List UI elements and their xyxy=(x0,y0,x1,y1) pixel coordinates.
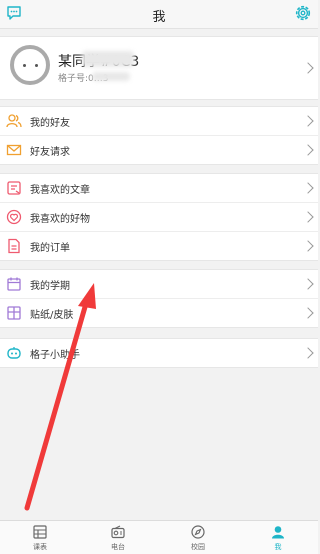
menu-item-stickers-skins[interactable]: 贴纸/皮肤 xyxy=(0,299,318,327)
order-icon xyxy=(8,238,20,254)
menu-group-favorites: 我喜欢的文章 我喜欢的好物 我的订单 xyxy=(0,173,318,261)
menu-item-orders[interactable]: 我的订单 xyxy=(0,232,318,260)
tab-label: 我 xyxy=(274,543,282,551)
tab-label: 电台 xyxy=(111,543,125,551)
chevron-right-icon xyxy=(302,307,314,319)
menu-item-liked-articles[interactable]: 我喜欢的文章 xyxy=(0,174,318,203)
menu-item-label: 我的学期 xyxy=(30,281,70,292)
tab-campus[interactable]: 校园 xyxy=(158,521,238,554)
friends-icon xyxy=(6,114,22,128)
menu-item-label: 贴纸/皮肤 xyxy=(30,310,74,321)
menu-item-semester[interactable]: 我的学期 xyxy=(0,270,318,299)
chevron-right-icon xyxy=(302,115,314,127)
tab-label: 课表 xyxy=(33,543,47,551)
avatar[interactable] xyxy=(10,45,50,85)
chevron-right-icon xyxy=(302,278,314,290)
chevron-right-icon xyxy=(302,240,314,252)
radio-icon xyxy=(111,525,125,539)
heart-icon xyxy=(6,209,22,225)
chevron-right-icon xyxy=(302,347,314,359)
chevron-right-icon xyxy=(302,62,314,74)
redaction-blur xyxy=(82,51,134,67)
menu-item-friend-requests[interactable]: 好友请求 xyxy=(0,136,318,164)
timetable-icon xyxy=(33,525,47,539)
mail-icon xyxy=(6,144,22,156)
menu-group-social: 我的好友 好友请求 xyxy=(0,106,318,165)
robot-icon xyxy=(7,347,21,359)
menu-item-label: 我的订单 xyxy=(30,243,70,254)
article-icon xyxy=(7,181,21,195)
chevron-right-icon xyxy=(302,182,314,194)
menu-item-label: 我喜欢的好物 xyxy=(30,214,90,225)
redaction-blur xyxy=(92,72,130,81)
profile-card[interactable]: 某同学#0C3 格子号:0…3 xyxy=(0,36,318,100)
menu-item-friends[interactable]: 我的好友 xyxy=(0,107,318,136)
person-icon xyxy=(272,526,284,539)
page-title: 我 xyxy=(152,10,166,25)
menu-group-personal: 我的学期 贴纸/皮肤 xyxy=(0,269,318,328)
menu-item-assistant[interactable]: 格子小助手 xyxy=(0,339,318,367)
tab-radio[interactable]: 电台 xyxy=(78,521,158,554)
menu-item-label: 好友请求 xyxy=(30,147,70,158)
gear-icon[interactable] xyxy=(294,4,312,22)
sticker-icon xyxy=(7,306,21,320)
menu-item-label: 格子小助手 xyxy=(30,350,80,361)
tab-me[interactable]: 我 xyxy=(238,521,318,554)
compass-icon xyxy=(191,525,205,539)
bottom-tab-bar: 课表 电台 校园 我 xyxy=(0,520,318,554)
menu-item-liked-goods[interactable]: 我喜欢的好物 xyxy=(0,203,318,232)
menu-group-assistant: 格子小助手 xyxy=(0,338,318,368)
tab-label: 校园 xyxy=(191,543,205,551)
chevron-right-icon xyxy=(302,144,314,156)
chevron-right-icon xyxy=(302,211,314,223)
top-bar: 我 xyxy=(0,0,318,29)
calendar-icon xyxy=(7,277,21,291)
menu-item-label: 我喜欢的文章 xyxy=(30,185,90,196)
tab-timetable[interactable]: 课表 xyxy=(0,521,80,554)
menu-item-label: 我的好友 xyxy=(30,118,70,129)
